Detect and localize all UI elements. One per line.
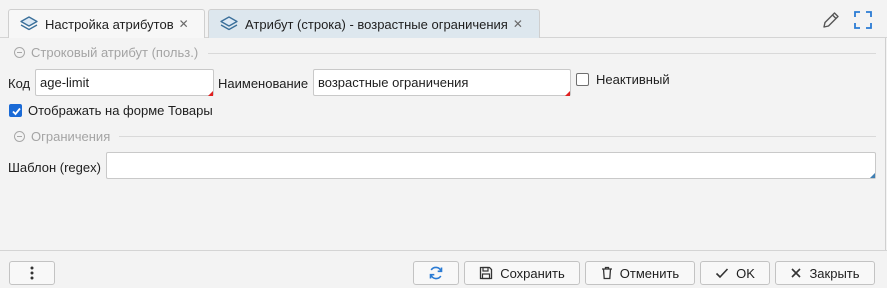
ok-label: OK [736, 265, 755, 281]
show-on-form-label: Отображать на форме Товары [28, 103, 213, 118]
more-vertical-icon [30, 266, 34, 280]
save-button[interactable]: Сохранить [464, 261, 580, 285]
layers-icon [220, 16, 238, 31]
refresh-icon [429, 266, 443, 280]
check-icon [716, 268, 729, 279]
close-button[interactable]: Закрыть [775, 261, 875, 285]
check-icon [12, 107, 21, 116]
group-title: Ограничения [31, 129, 111, 144]
expand-icon[interactable] [852, 9, 874, 31]
tab-attribute-settings[interactable]: Настройка атрибутов ✕ [8, 9, 205, 38]
group-header-string-attribute[interactable]: Строковый атрибут (польз.) [14, 45, 198, 60]
show-on-form-checkbox[interactable] [9, 104, 22, 117]
dialog-window: Настройка атрибутов ✕ Атрибут (строка) -… [0, 0, 887, 288]
code-input[interactable] [35, 69, 214, 96]
cancel-label: Отменить [619, 265, 680, 281]
template-input[interactable] [106, 152, 876, 179]
group-header-constraints[interactable]: Ограничения [14, 129, 110, 144]
collapse-icon[interactable] [14, 47, 25, 58]
inactive-checkbox[interactable] [576, 73, 589, 86]
group-divider [119, 136, 876, 137]
tab-attribute-string[interactable]: Атрибут (строка) - возрастные ограничени… [208, 9, 540, 38]
tab-label: Настройка атрибутов [45, 16, 174, 32]
inactive-label: Неактивный [596, 72, 670, 87]
name-input[interactable] [313, 69, 571, 96]
refresh-button[interactable] [413, 261, 459, 285]
collapse-icon[interactable] [14, 131, 25, 142]
required-marker [565, 91, 570, 96]
code-label: Код [8, 76, 31, 91]
tab-label: Атрибут (строка) - возрастные ограничени… [245, 16, 508, 32]
field-corner-marker [870, 173, 875, 178]
tab-close-icon[interactable]: ✕ [179, 17, 189, 31]
trash-icon [601, 266, 612, 280]
bottom-button-bar: Сохранить Отменить OK Закрыть [0, 250, 887, 288]
save-label: Сохранить [500, 265, 565, 281]
tab-close-icon[interactable]: ✕ [513, 17, 523, 31]
layers-icon [20, 16, 38, 31]
close-icon [791, 268, 802, 278]
close-label: Закрыть [809, 265, 860, 281]
group-divider [208, 53, 876, 54]
attribute-form-panel: Строковый атрибут (польз.) Код Наименова… [0, 38, 886, 250]
name-label: Наименование [218, 76, 309, 91]
ok-button[interactable]: OK [700, 261, 770, 285]
tab-bar: Настройка атрибутов ✕ Атрибут (строка) -… [0, 0, 887, 38]
template-label: Шаблон (regex) [8, 160, 101, 175]
save-icon [480, 266, 493, 280]
required-marker [208, 91, 213, 96]
more-button[interactable] [9, 261, 55, 285]
edit-icon[interactable] [820, 9, 842, 31]
cancel-button[interactable]: Отменить [585, 261, 695, 285]
group-title: Строковый атрибут (польз.) [31, 45, 199, 60]
